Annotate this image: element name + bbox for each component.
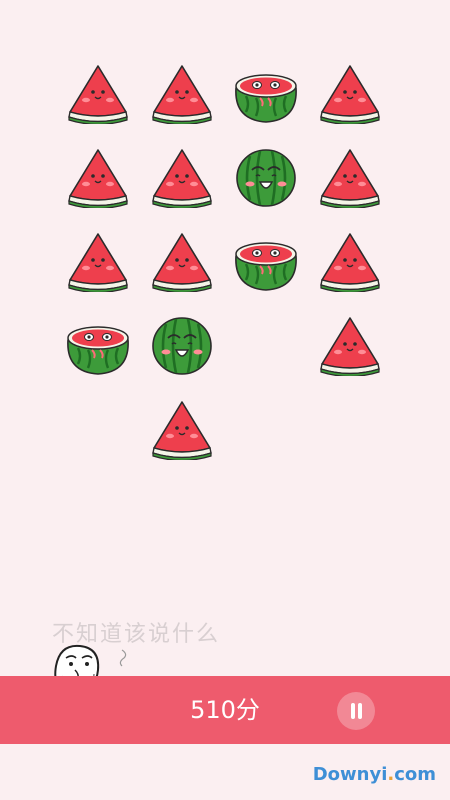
pause-icon: [351, 703, 355, 719]
game-board: [0, 0, 450, 520]
watermelon-slice-tile[interactable]: [316, 62, 384, 124]
watermelon-whole-tile[interactable]: [148, 314, 216, 376]
watermelon-slice-tile[interactable]: [64, 146, 132, 208]
bottom-bar: 510分: [0, 676, 450, 744]
score-display: 510分: [190, 696, 260, 724]
watermelon-slice-tile[interactable]: [316, 314, 384, 376]
watermelon-slice-tile[interactable]: [148, 230, 216, 292]
pause-button[interactable]: [337, 692, 375, 730]
watermelon-slice-tile[interactable]: [148, 146, 216, 208]
watermark-tld: com: [394, 764, 436, 785]
watermelon-slice-tile[interactable]: [316, 230, 384, 292]
watermelon-half-tile[interactable]: [64, 314, 132, 376]
watermelon-half-tile[interactable]: [232, 62, 300, 124]
watermelon-slice-tile[interactable]: [148, 398, 216, 460]
watermelon-slice-tile[interactable]: [64, 230, 132, 292]
watermelon-whole-tile[interactable]: [232, 146, 300, 208]
watermark-main: Downyi: [312, 764, 388, 785]
watermelon-slice-tile[interactable]: [148, 62, 216, 124]
watermelon-half-tile[interactable]: [232, 230, 300, 292]
pause-icon-bar: [358, 703, 362, 719]
watermark-logo: Downyi.com: [313, 764, 436, 785]
watermelon-slice-tile[interactable]: [316, 146, 384, 208]
watermelon-slice-tile[interactable]: [64, 62, 132, 124]
